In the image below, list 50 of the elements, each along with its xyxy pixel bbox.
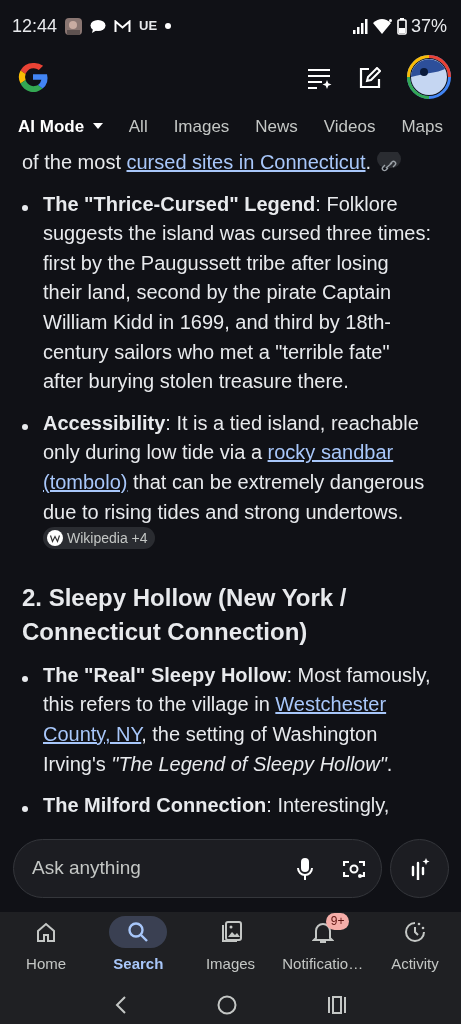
search-icon	[127, 921, 150, 943]
section-heading: 2. Sleepy Hollow (New York / Connecticut Connection)	[22, 582, 348, 647]
link[interactable]: rocky sandbar	[267, 441, 394, 464]
edit-icon[interactable]	[359, 65, 381, 89]
dot-icon	[165, 23, 172, 29]
nav-tab[interactable]: Home	[0, 912, 93, 982]
bullet-text: The "Thrice-Cursed" Legend: Folklore suggests the island was cursed three times: first by the Paugussett tribe after losing their land, second by the pirate Captain William Kidd in 1699, and third by 18th-century sailors who met a "terrible fate" after burying stolen treasure there.	[43, 191, 432, 395]
wikipedia-icon	[47, 530, 63, 547]
home-icon	[35, 921, 58, 943]
sparkle-bars-icon	[409, 857, 430, 880]
nav-tab[interactable]: Search	[92, 912, 185, 982]
tab[interactable]: AI Mode	[18, 114, 103, 140]
mail-icon	[114, 19, 132, 33]
tab[interactable]: All	[128, 114, 148, 140]
avatar[interactable]	[407, 55, 451, 99]
google-logo	[16, 60, 50, 94]
battery-percent: 37%	[410, 14, 447, 38]
nav-tab[interactable]: Activity	[368, 912, 461, 982]
link[interactable]: (tombolo)	[43, 470, 128, 493]
tab[interactable]: Videos	[323, 114, 376, 140]
source-chip[interactable]: Wikipedia +4	[43, 527, 155, 550]
microphone-icon[interactable]	[297, 857, 313, 880]
chat-icon	[90, 18, 107, 34]
notification-count: 9+	[325, 913, 350, 930]
camera-search-icon[interactable]	[343, 858, 365, 879]
search-bar[interactable]: Ask anything	[13, 839, 382, 898]
paragraph: of the most cursed sites in Connecticut.	[22, 152, 433, 178]
bullet-icon	[22, 806, 28, 813]
tab[interactable]: Images	[173, 114, 230, 140]
bullet-icon	[22, 423, 28, 430]
images-icon	[219, 921, 242, 943]
bullet-text: Accessibility: It is a tied island, reachable only during low tide via a rocky sandbar (tombolo) that can be extremely dangerous due to rising tides and strong undertows. Wikipedia +4	[43, 408, 433, 557]
nav-tab[interactable]: 9+ Notificatio…	[276, 912, 369, 982]
search-field[interactable]: Ask anything	[30, 853, 297, 884]
wifi-icon	[372, 18, 393, 34]
bullet-text: The "Real" Sleepy Hollow: Most famously, this refers to the village in Westchester County, NY, the setting of Washington Irving's "The Legend of Sleepy Hollow".	[43, 662, 432, 777]
tab[interactable]: Maps	[401, 114, 443, 140]
battery-icon	[396, 17, 407, 35]
bullet-text: The Milford Connection: Interestingly,	[43, 793, 390, 819]
link[interactable]: County, NY	[43, 722, 142, 745]
link[interactable]: cursed sites in Connecticut	[126, 152, 366, 173]
status-label: UE	[139, 17, 158, 36]
link[interactable]: Westchester	[275, 693, 387, 716]
signal-icon	[352, 18, 369, 34]
bullet-icon	[22, 675, 28, 682]
nav-tab[interactable]: Images	[184, 912, 277, 982]
tab[interactable]: News	[255, 114, 298, 140]
bullet-icon	[22, 204, 28, 211]
status-time: 12:44	[12, 14, 58, 38]
activity-icon	[403, 921, 426, 943]
